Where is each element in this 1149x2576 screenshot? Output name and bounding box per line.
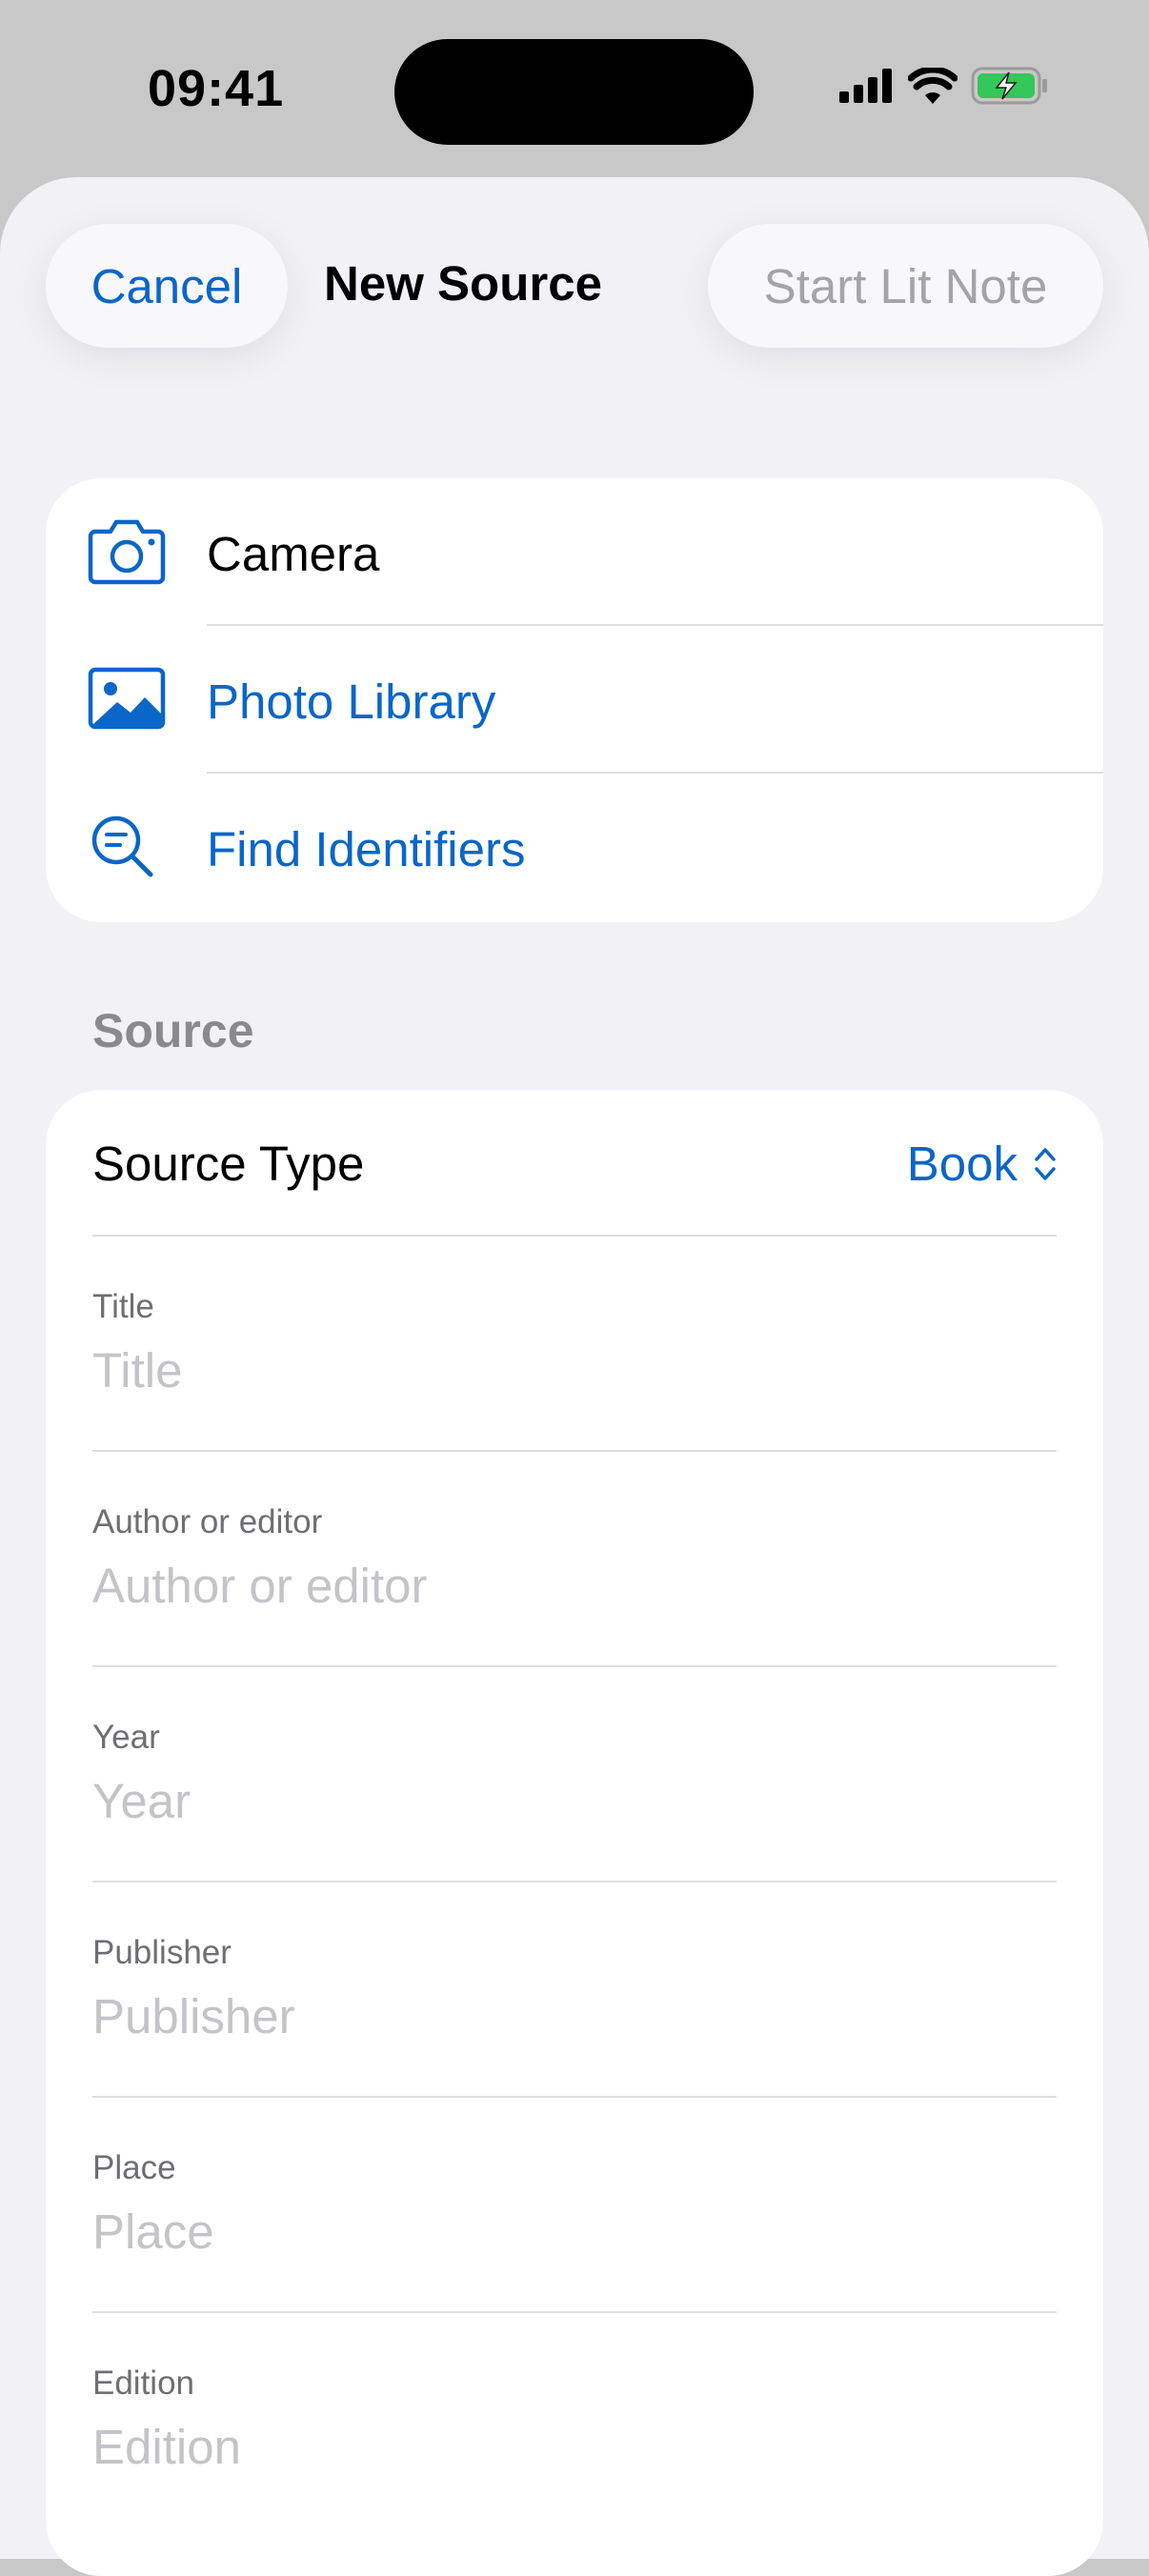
capture-actions-card: Camera Photo Library Find Identifiers <box>46 478 1103 922</box>
year-input[interactable] <box>92 1762 1045 1839</box>
camera-label: Camera <box>207 527 380 581</box>
publisher-field: Publisher <box>46 1882 1103 2098</box>
source-type-label: Source Type <box>92 1137 365 1191</box>
magnifier-text-icon <box>91 815 153 877</box>
author-input[interactable] <box>92 1547 1045 1623</box>
find-identifiers-label: Find Identifiers <box>207 822 526 876</box>
cellular-signal-icon <box>839 69 892 103</box>
wifi-icon <box>908 68 958 104</box>
source-type-value: Book <box>906 1137 1018 1191</box>
status-time: 09:41 <box>148 60 285 117</box>
title-field: Title <box>46 1237 1103 1452</box>
start-lit-note-button[interactable]: Start Lit Note <box>708 224 1103 348</box>
edition-field-label: Edition <box>92 2365 195 2402</box>
section-header-source: Source <box>92 1004 254 1057</box>
publisher-field-label: Publisher <box>92 1934 232 1971</box>
year-field-label: Year <box>92 1719 160 1756</box>
source-card: Source Type Book Title Author or editor … <box>46 1090 1103 2576</box>
title-input[interactable] <box>92 1332 1045 1408</box>
page-title: New Source <box>324 256 602 311</box>
author-field-label: Author or editor <box>92 1503 323 1540</box>
photo-library-label: Photo Library <box>207 674 496 729</box>
photo-icon <box>88 667 166 730</box>
edition-field: Edition <box>46 2313 1103 2528</box>
source-type-row[interactable]: Source Type Book <box>46 1090 1103 1237</box>
status-bar: 09:41 <box>0 0 1149 181</box>
find-identifiers-row[interactable]: Find Identifiers <box>46 774 1103 921</box>
title-field-label: Title <box>92 1288 154 1325</box>
status-icons <box>839 67 1049 105</box>
camera-row[interactable]: Camera <box>46 478 1103 626</box>
author-field: Author or editor <box>46 1452 1103 1667</box>
source-type-picker[interactable]: Book <box>907 1136 1058 1192</box>
battery-charging-icon <box>971 67 1047 105</box>
year-field: Year <box>46 1667 1103 1882</box>
camera-icon <box>88 519 166 585</box>
edition-input[interactable] <box>92 2408 1045 2485</box>
cancel-button[interactable]: Cancel <box>46 224 288 348</box>
publisher-input[interactable] <box>92 1978 1045 2054</box>
photo-library-row[interactable]: Photo Library <box>46 626 1103 774</box>
place-field: Place <box>46 2098 1103 2313</box>
place-input[interactable] <box>92 2193 1045 2269</box>
chevron-up-down-icon <box>1035 1147 1056 1180</box>
place-field-label: Place <box>92 2149 176 2186</box>
dynamic-island <box>394 39 754 145</box>
